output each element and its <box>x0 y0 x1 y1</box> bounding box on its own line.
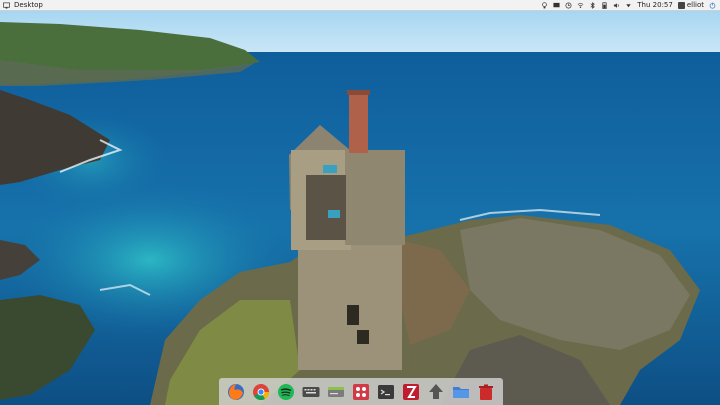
download-icon[interactable] <box>426 382 446 402</box>
volume-icon[interactable] <box>613 2 620 9</box>
desktop-wallpaper <box>0 0 720 405</box>
chrome-icon[interactable] <box>251 382 271 402</box>
battery-icon[interactable] <box>601 1 608 9</box>
avatar <box>677 1 685 9</box>
dock <box>219 378 503 405</box>
firefox-icon[interactable] <box>226 382 246 402</box>
wifi-icon[interactable] <box>577 2 584 9</box>
bluetooth-icon[interactable] <box>589 1 596 9</box>
keyboard-icon[interactable] <box>301 382 321 402</box>
update-icon[interactable] <box>565 2 572 9</box>
desktop-icon[interactable] <box>3 2 10 9</box>
clock[interactable]: Thu 20:57 <box>637 1 673 9</box>
apps-icon[interactable] <box>351 382 371 402</box>
spotify-icon[interactable] <box>276 382 296 402</box>
display-icon[interactable] <box>553 2 560 9</box>
terminal-icon[interactable] <box>376 382 396 402</box>
files-icon[interactable] <box>451 382 471 402</box>
bulb-icon[interactable] <box>541 1 548 9</box>
power-icon[interactable] <box>709 2 716 9</box>
active-app-title[interactable]: Desktop <box>14 1 43 9</box>
dropdown-icon[interactable] <box>625 2 632 9</box>
username: elliot <box>686 1 704 9</box>
filezilla-icon[interactable] <box>401 382 421 402</box>
top-panel: Desktop Thu 20:57 elliot <box>0 0 720 11</box>
drive-icon[interactable] <box>326 382 346 402</box>
user-menu[interactable]: elliot <box>677 1 704 9</box>
trash-icon[interactable] <box>476 382 496 402</box>
